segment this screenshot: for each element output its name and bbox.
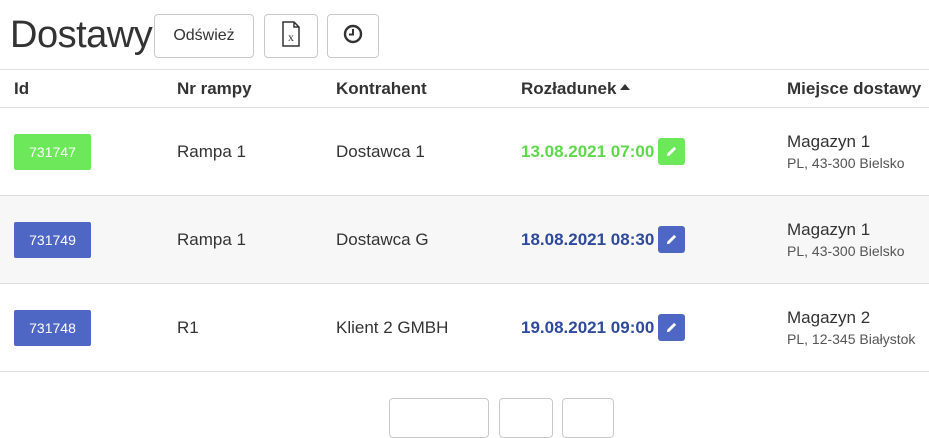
destination-address: PL, 43-300 Bielsko <box>787 154 905 171</box>
unloading-date: 13.08.2021 07:00 <box>521 141 655 161</box>
table-header-row: Id Nr rampy Kontrahent Rozładunek Miejsc… <box>0 69 929 108</box>
destination-name: Magazyn 1 <box>787 131 871 151</box>
delivery-id-badge[interactable]: 731747 <box>14 133 91 170</box>
column-header-id[interactable]: Id <box>0 69 177 108</box>
unloading-cell: 18.08.2021 08:30 <box>521 195 787 284</box>
edit-date-button[interactable] <box>658 138 686 165</box>
refresh-button[interactable]: Odśwież <box>154 14 254 58</box>
destination-cell: Magazyn 1 PL, 43-300 Bielsko <box>787 195 929 284</box>
destination-cell: Magazyn 2 PL, 12-345 Białystok <box>787 283 929 372</box>
contractor-cell: Dostawca 1 <box>336 107 521 196</box>
pencil-icon <box>667 322 677 333</box>
column-header-unloading-label: Rozładunek <box>521 78 617 98</box>
destination-address: PL, 12-345 Białystok <box>787 330 916 347</box>
sort-ascending-icon <box>620 83 631 90</box>
delivery-id-badge[interactable]: 731748 <box>14 309 91 346</box>
destination-address: PL, 43-300 Bielsko <box>787 242 905 259</box>
delivery-id-badge[interactable]: 731749 <box>14 221 91 258</box>
page-title: Dostawy <box>10 14 153 56</box>
ramp-cell: R1 <box>177 283 336 372</box>
next-section-export-button[interactable] <box>499 398 553 438</box>
destination-cell: Magazyn 1 PL, 43-300 Bielsko <box>787 107 929 196</box>
destination-name: Magazyn 1 <box>787 219 871 239</box>
refresh-button-label: Odśwież <box>173 27 235 44</box>
edit-date-button[interactable] <box>658 314 686 341</box>
export-excel-button[interactable]: x <box>264 14 318 58</box>
edit-date-button[interactable] <box>658 226 686 253</box>
destination-name: Magazyn 2 <box>787 307 871 327</box>
contractor-cell: Dostawca G <box>336 195 521 284</box>
next-section-history-button[interactable] <box>562 398 614 438</box>
unloading-cell: 19.08.2021 09:00 <box>521 283 787 372</box>
column-header-destination[interactable]: Miejsce dostawy <box>787 69 929 108</box>
ramp-cell: Rampa 1 <box>177 107 336 196</box>
column-header-ramp[interactable]: Nr rampy <box>177 69 336 108</box>
column-header-unloading[interactable]: Rozładunek <box>521 69 787 108</box>
page-header: Dostawy <box>10 12 153 58</box>
table-row: 731747 Rampa 1 Dostawca 1 13.08.2021 07:… <box>0 107 929 196</box>
contractor-cell: Klient 2 GMBH <box>336 283 521 372</box>
deliveries-table: Id Nr rampy Kontrahent Rozładunek Miejsc… <box>0 69 929 372</box>
clock-icon <box>343 24 363 49</box>
unloading-date: 18.08.2021 08:30 <box>521 229 655 249</box>
ramp-cell: Rampa 1 <box>177 195 336 284</box>
history-button[interactable] <box>327 14 379 58</box>
column-header-contractor[interactable]: Kontrahent <box>336 69 521 108</box>
pencil-icon <box>667 146 677 157</box>
pencil-icon <box>667 234 677 245</box>
next-section-refresh-button[interactable] <box>389 398 489 438</box>
unloading-date: 19.08.2021 09:00 <box>521 317 655 337</box>
unloading-cell: 13.08.2021 07:00 <box>521 107 787 196</box>
table-row: 731748 R1 Klient 2 GMBH 19.08.2021 09:00… <box>0 283 929 372</box>
excel-file-icon: x <box>281 20 301 52</box>
next-section-header <box>10 388 929 438</box>
svg-text:x: x <box>288 30 294 44</box>
table-row: 731749 Rampa 1 Dostawca G 18.08.2021 08:… <box>0 195 929 284</box>
